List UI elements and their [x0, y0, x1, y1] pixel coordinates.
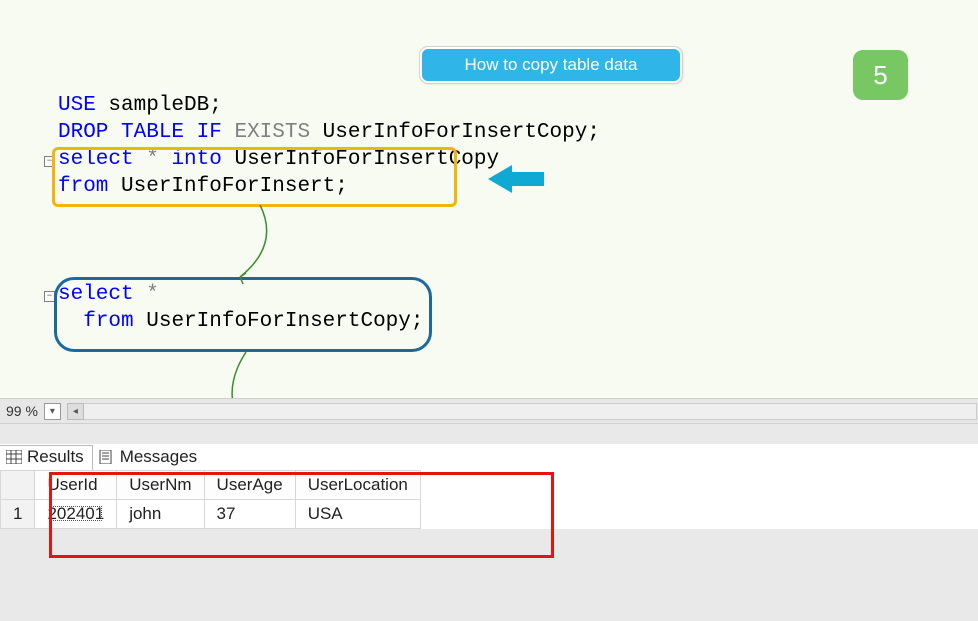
step-number: 5 [873, 60, 887, 91]
code-line: DROP TABLE IF EXISTS UserInfoForInsertCo… [58, 119, 600, 146]
results-tabs: Results Messages [0, 444, 978, 470]
selected-cell-value: 202401 [47, 504, 104, 523]
callout-banner: How to copy table data [420, 47, 682, 83]
tab-results[interactable]: Results [0, 445, 93, 470]
editor-status-bar: 99 % ▾ ◂ [0, 398, 978, 424]
tab-messages[interactable]: Messages [93, 446, 205, 470]
grid-icon [6, 450, 22, 464]
tab-messages-label: Messages [120, 447, 197, 467]
results-grid[interactable]: UserId UserNm UserAge UserLocation 1 202… [0, 470, 421, 529]
callout-text: How to copy table data [465, 55, 638, 75]
table-header-row: UserId UserNm UserAge UserLocation [1, 471, 421, 500]
grid-cell[interactable]: 37 [204, 500, 295, 529]
grid-cell[interactable]: 202401 [35, 500, 117, 529]
fold-toggle-icon[interactable]: − [44, 156, 55, 167]
tab-results-label: Results [27, 447, 84, 467]
zoom-dropdown[interactable]: ▾ [44, 403, 61, 420]
column-header[interactable]: UserAge [204, 471, 295, 500]
column-header[interactable]: UserNm [117, 471, 204, 500]
code-line: USE sampleDB; [58, 92, 600, 119]
step-badge: 5 [853, 50, 908, 100]
row-number-cell: 1 [1, 500, 35, 529]
code-line [58, 227, 600, 254]
grid-cell[interactable]: john [117, 500, 204, 529]
sql-editor[interactable]: USE sampleDB; DROP TABLE IF EXISTS UserI… [58, 92, 600, 335]
table-row[interactable]: 1 202401 john 37 USA [1, 500, 421, 529]
row-number-header [1, 471, 35, 500]
code-line: from UserInfoForInsertCopy; [58, 308, 600, 335]
grid-cell[interactable]: USA [295, 500, 420, 529]
code-line [58, 200, 600, 227]
document-icon [99, 450, 115, 464]
fold-toggle-icon[interactable]: − [44, 291, 55, 302]
horizontal-scrollbar[interactable] [84, 403, 977, 420]
column-header[interactable]: UserId [35, 471, 117, 500]
code-line: select * [58, 281, 600, 308]
results-grid-wrap: UserId UserNm UserAge UserLocation 1 202… [0, 470, 978, 529]
column-header[interactable]: UserLocation [295, 471, 420, 500]
zoom-level: 99 % [0, 403, 44, 419]
code-line [58, 254, 600, 281]
scroll-left-button[interactable]: ◂ [67, 403, 84, 420]
pointer-arrow-icon [488, 159, 548, 199]
